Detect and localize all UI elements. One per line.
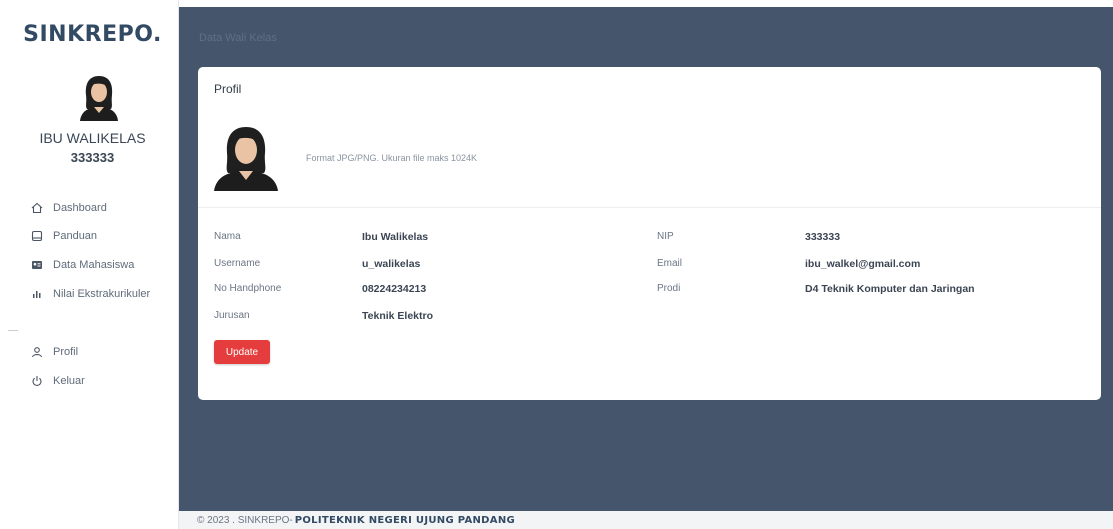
username-label: Username (214, 258, 261, 269)
user-id: 333333 (70, 150, 115, 165)
username-value: u_walikelas (362, 258, 421, 270)
email-label: Email (657, 258, 683, 269)
sidebar-item-label: Nilai Ekstrakurikuler (53, 288, 151, 300)
sidebar-item-keluar[interactable]: Keluar (30, 372, 85, 390)
footer: © 2023 . SINKREPO- POLITEKNIK NEGERI UJU… (179, 511, 1113, 529)
profile-photo[interactable] (212, 123, 280, 191)
card-title: Profil (214, 82, 242, 96)
handphone-value: 08224234213 (362, 283, 427, 295)
sidebar-item-label: Dashboard (53, 202, 107, 214)
sidebar-item-dashboard[interactable]: Dashboard (30, 199, 107, 217)
handphone-label: No Handphone (214, 283, 282, 294)
user-avatar-icon (80, 76, 118, 121)
prodi-value: D4 Teknik Komputer dan Jaringan (805, 283, 975, 295)
sidebar-item-label: Data Mahasiswa (53, 259, 135, 271)
user-icon (30, 345, 44, 359)
footer-copyright: © 2023 . SINKREPO- (197, 514, 293, 526)
home-icon (30, 201, 44, 215)
nama-value: Ibu Walikelas (362, 231, 429, 243)
email-value: ibu_walkel@gmail.com (805, 258, 921, 270)
nip-label: NIP (657, 231, 674, 242)
main-content: Data Wali Kelas Profil Format JPG/PNG. U… (179, 7, 1113, 511)
id-card-icon (30, 258, 44, 272)
jurusan-value: Teknik Elektro (362, 310, 433, 322)
nip-value: 333333 (805, 231, 841, 243)
sidebar-item-nilai-ekstrakurikuler[interactable]: Nilai Ekstrakurikuler (30, 285, 150, 303)
prodi-label: Prodi (657, 283, 681, 294)
sidebar-item-label: Profil (53, 346, 79, 358)
sidebar-item-profil[interactable]: Profil (30, 343, 78, 361)
bar-chart-icon (30, 287, 44, 301)
sidebar-item-label: Panduan (53, 230, 98, 242)
user-name: IBU WALIKELAS (39, 130, 146, 146)
jurusan-label: Jurusan (214, 310, 250, 321)
footer-org: POLITEKNIK NEGERI UJUNG PANDANG (294, 514, 515, 526)
sidebar-divider (8, 330, 18, 331)
sidebar-item-panduan[interactable]: Panduan (30, 227, 97, 245)
sidebar-item-label: Keluar (53, 375, 85, 387)
book-icon (30, 229, 44, 243)
sidebar: SINKREPO. IBU WALIKELAS 333333 Dashboard… (0, 0, 179, 529)
photo-format-note: Format JPG/PNG. Ukuran file maks 1024K (306, 153, 478, 163)
update-button[interactable]: Update (214, 340, 270, 364)
brand-logo[interactable]: SINKREPO. (0, 22, 185, 47)
card-divider (198, 207, 1101, 208)
sidebar-item-data-mahasiswa[interactable]: Data Mahasiswa (30, 256, 134, 274)
power-icon (30, 374, 44, 388)
profile-card: Profil Format JPG/PNG. Ukuran file maks … (198, 67, 1101, 400)
breadcrumb: Data Wali Kelas (199, 32, 277, 44)
nama-label: Nama (214, 231, 241, 242)
